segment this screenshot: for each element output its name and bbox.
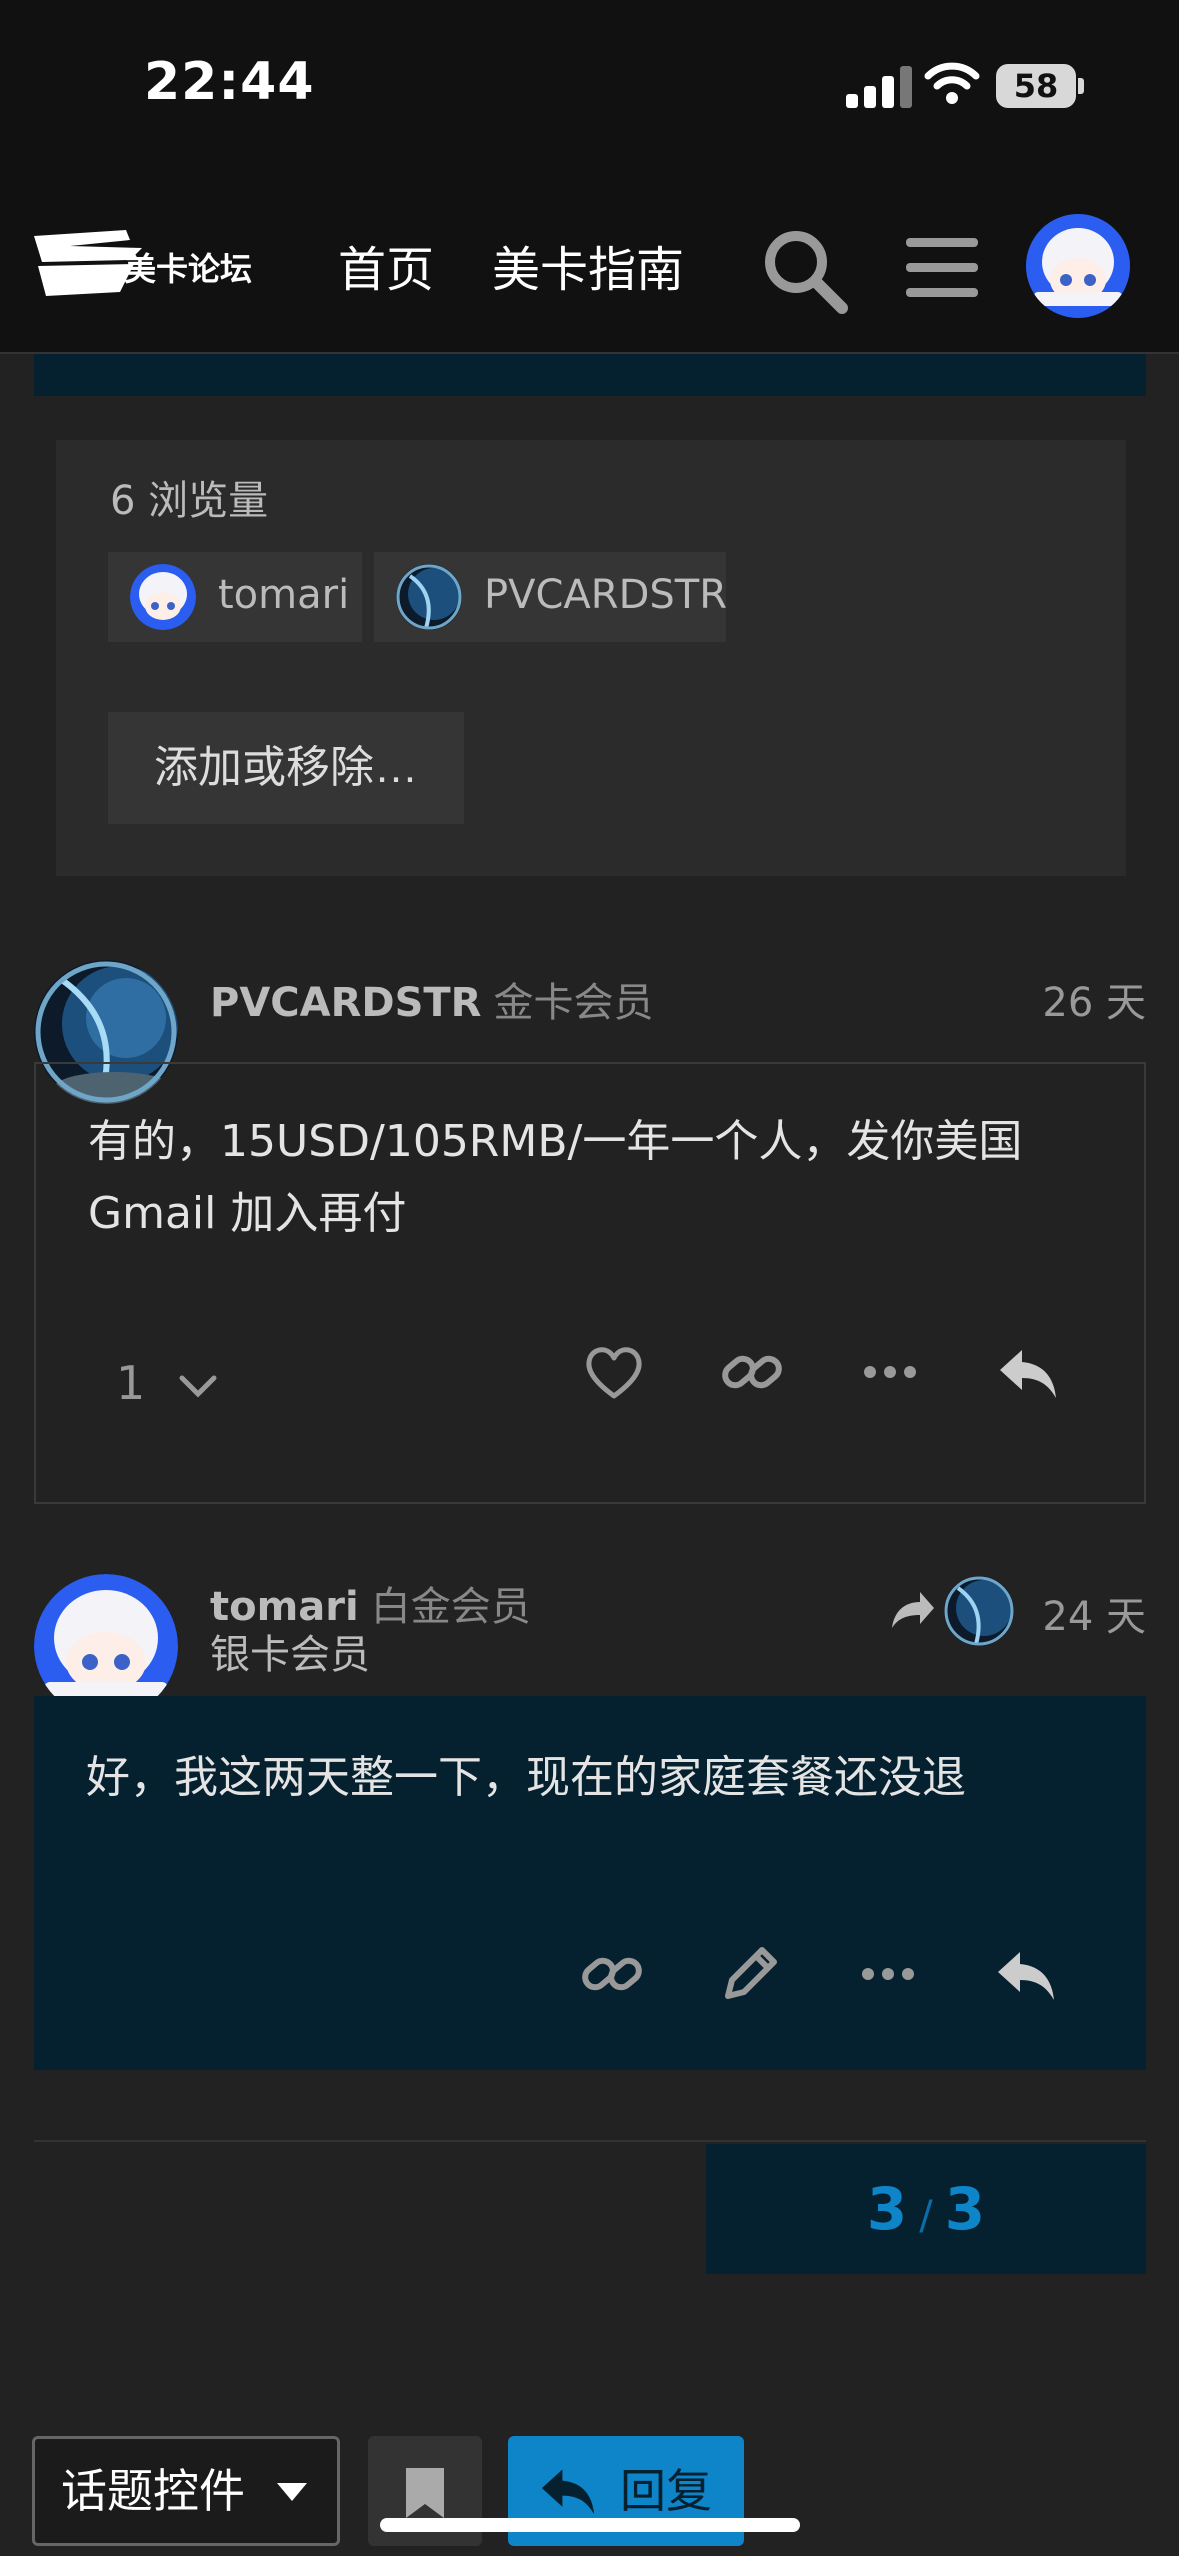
topic-controls-button[interactable]: 话题控件 [32,2436,340,2546]
post-text-line: Gmail 加入再付 [88,1188,407,1239]
participant-name: tomari [218,572,350,618]
post-age[interactable]: 24 天 [1042,1584,1146,1642]
participant-name: PVCARDSTR [484,572,727,618]
anime-avatar-icon [130,564,196,630]
reply-to-arrow-icon[interactable] [890,1590,936,1630]
link-icon[interactable] [580,1942,644,2006]
status-bar: 22:44 58 [0,0,1179,190]
wifi-icon [924,62,980,104]
space-avatar-icon [944,1576,1014,1646]
user-avatar[interactable] [1026,214,1130,318]
post-text-line: 有的，15USD/105RMB/一年一个人，发你美国 [88,1116,1023,1167]
topic-info-box: 6 浏览量 tomari PVCARDSTR 添加或移除… [56,440,1126,876]
home-indicator[interactable] [380,2518,800,2532]
participant-chip-pvcardstr[interactable]: PVCARDSTR [374,552,727,642]
participant-chip-tomari[interactable]: tomari [108,552,362,642]
more-options-icon[interactable] [856,1942,920,2006]
edit-pencil-icon[interactable] [718,1942,782,2006]
topic-controls-label: 话题控件 [61,2464,245,2518]
bookmark-icon [406,2468,444,2518]
user-flair: 金卡会员 [493,980,654,1026]
post-author[interactable]: PVCARDSTR 金卡会员 [210,970,653,1028]
space-avatar-icon [396,564,462,630]
like-heart-icon[interactable] [582,1340,646,1404]
view-count: 6 浏览量 [110,478,269,524]
reply-icon[interactable] [994,1942,1058,2006]
progress-separator: / [919,2193,933,2239]
topic-progress-indicator[interactable]: 3/3 [706,2144,1146,2274]
user-title: 银卡会员 [210,1632,370,1678]
avatar [130,564,196,630]
battery-percentage: 58 [1013,67,1059,105]
post-age[interactable]: 26 天 [1042,970,1146,1028]
progress-total: 3 [944,2175,986,2243]
user-flair: 白金会员 [370,1584,531,1630]
reply-label: 回复 [620,2464,712,2518]
post-content: 好，我这两天整一下，现在的家庭套餐还没退 [86,1742,966,1814]
post-tomari: tomari 白金会员 银卡会员 24 天 好，我这两天整一下，现在的家庭套餐还没… [34,1574,1146,2070]
chevron-down-icon [179,1375,217,1398]
reply-to-avatar[interactable] [944,1576,1014,1646]
divider [34,2140,1146,2142]
battery-indicator: 58 [996,64,1076,108]
progress-current: 3 [866,2175,908,2243]
site-logo-text[interactable]: 美卡论坛 [124,244,252,290]
post-pvcardstr: PVCARDSTR 金卡会员 26 天 有的，15USD/105RMB/一年一个人… [34,960,1146,1504]
add-remove-button[interactable]: 添加或移除… [108,712,464,824]
cellular-signal-icon [846,66,916,108]
like-count-toggle[interactable]: 1 [116,1356,218,1410]
nav-home-link[interactable]: 首页 [338,230,434,300]
battery-tip [1078,78,1084,94]
nav-guide-link[interactable]: 美卡指南 [492,230,684,300]
clock: 22:44 [144,52,315,112]
avatar [396,564,462,630]
post-text-line: 好，我这两天整一下，现在的家庭套餐还没退 [86,1752,966,1803]
reply-icon[interactable] [996,1340,1060,1404]
post-body-highlighted: 好，我这两天整一下，现在的家庭套餐还没退 [34,1696,1146,2070]
like-count: 1 [116,1356,146,1410]
link-icon[interactable] [720,1340,784,1404]
previous-post-highlight [34,354,1146,396]
caret-down-icon [277,2483,307,2501]
hamburger-menu-icon[interactable] [904,230,980,306]
reply-icon [541,2469,595,2515]
search-icon[interactable] [760,226,850,316]
more-options-icon[interactable] [858,1340,922,1404]
post-content: 有的，15USD/105RMB/一年一个人，发你美国 Gmail 加入再付 [88,1106,1022,1250]
anime-avatar-icon [1026,214,1130,318]
site-header: 美卡论坛 首页 美卡指南 [0,190,1179,354]
username[interactable]: PVCARDSTR [210,980,481,1026]
post-body: 有的，15USD/105RMB/一年一个人，发你美国 Gmail 加入再付 1 [34,1062,1146,1504]
